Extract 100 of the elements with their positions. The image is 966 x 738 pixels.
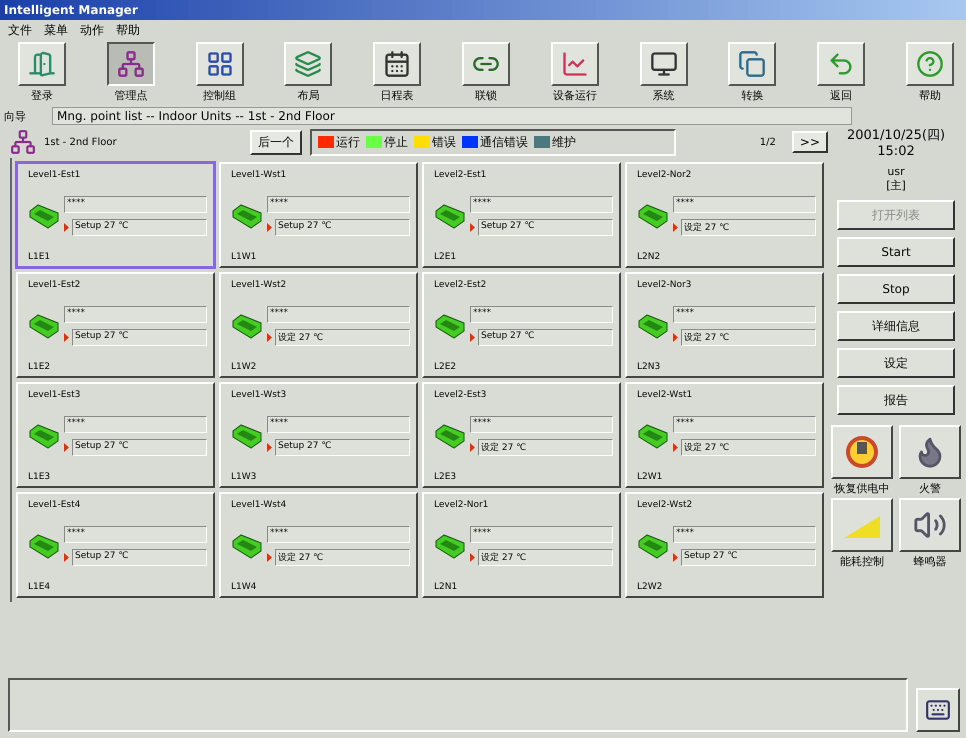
network-icon	[10, 129, 36, 155]
door-icon	[28, 50, 56, 78]
air-conditioner-icon	[434, 203, 466, 229]
breadcrumb-label: 向导	[4, 108, 27, 124]
unit-card[interactable]: Level2-Est3 **** 设定 27 ℃ L2E3	[422, 382, 621, 488]
value-field: ****	[673, 196, 816, 213]
legend-label: 停止	[384, 134, 408, 150]
air-conditioner-icon	[231, 533, 263, 559]
menu-item[interactable]: 动作	[80, 22, 104, 38]
setting-field: Setup 27 ℃	[275, 219, 410, 236]
line-chart-icon	[560, 50, 589, 78]
page-indicator: 1/2	[760, 136, 776, 148]
monitor-icon	[650, 50, 678, 78]
value-field: ****	[267, 306, 410, 323]
unit-card[interactable]: Level1-Wst4 **** 设定 27 ℃ L1W4	[219, 492, 418, 598]
unit-card[interactable]: Level2-Est2 **** Setup 27 ℃ L2E2	[422, 272, 621, 378]
unit-name: Level1-Wst3	[231, 390, 288, 400]
unit-code: L2N1	[434, 582, 458, 592]
unit-code: L2E1	[434, 252, 458, 262]
time-text: 15:02	[877, 144, 915, 159]
value-field: ****	[470, 416, 613, 433]
user-role: [主]	[886, 178, 906, 193]
more-button[interactable]: >>	[792, 131, 828, 153]
unit-card[interactable]: Level1-Est2 **** Setup 27 ℃ L1E2	[16, 272, 215, 378]
setting-field: 设定 27 ℃	[275, 329, 410, 346]
keyboard-button[interactable]	[916, 688, 960, 732]
air-conditioner-icon	[231, 423, 263, 449]
menu-item[interactable]: 帮助	[116, 22, 140, 38]
date-text: 2001/10/25(四)	[846, 127, 946, 144]
unit-code: L1E4	[28, 582, 52, 592]
unit-name: Level2-Nor2	[637, 170, 692, 180]
arrow-icon	[267, 333, 272, 342]
calendar-icon	[383, 50, 412, 78]
value-field: ****	[470, 306, 613, 323]
unit-card[interactable]: Level1-Est3 **** Setup 27 ℃ L1E3	[16, 382, 215, 488]
unit-card[interactable]: Level1-Wst2 **** 设定 27 ℃ L1W2	[219, 272, 418, 378]
setting-field: Setup 27 ℃	[72, 219, 207, 236]
value-field: ****	[267, 526, 410, 543]
air-conditioner-icon	[434, 423, 466, 449]
air-conditioner-icon	[637, 533, 669, 559]
unit-code: L1W2	[231, 362, 258, 372]
air-conditioner-icon	[231, 313, 263, 339]
unit-card[interactable]: Level1-Est4 **** Setup 27 ℃ L1E4	[16, 492, 215, 598]
unit-code: L2W2	[637, 582, 664, 592]
unit-card[interactable]: Level2-Est1 **** Setup 27 ℃ L2E1	[422, 162, 621, 268]
unit-card[interactable]: Level1-Wst3 **** Setup 27 ℃ L1W3	[219, 382, 418, 488]
air-conditioner-icon	[28, 423, 60, 449]
arrow-icon	[470, 223, 475, 232]
setting-field: 设定 27 ℃	[681, 329, 816, 346]
arrow-icon	[673, 223, 678, 232]
value-field: ****	[470, 526, 613, 543]
unit-code: L1W4	[231, 582, 258, 592]
unit-name: Level1-Wst1	[231, 170, 288, 180]
value-field: ****	[64, 196, 207, 213]
value-field: ****	[267, 196, 410, 213]
unit-name: Level2-Est3	[434, 390, 488, 400]
setting-field: Setup 27 ℃	[478, 219, 613, 236]
arrow-icon	[64, 553, 69, 562]
menu-item[interactable]: 菜单	[44, 22, 68, 38]
unit-card[interactable]: Level2-Nor1 **** 设定 27 ℃ L2N1	[422, 492, 621, 598]
arrow-icon	[267, 553, 272, 562]
air-conditioner-icon	[28, 313, 60, 339]
unit-name: Level1-Wst2	[231, 280, 288, 290]
unit-name: Level1-Est2	[28, 280, 82, 290]
network-icon	[116, 50, 145, 78]
air-conditioner-icon	[28, 203, 60, 229]
unit-card[interactable]: Level2-Nor3 **** 设定 27 ℃ L2N3	[625, 272, 824, 378]
floor-name: 1st - 2nd Floor	[44, 136, 118, 148]
unit-name: Level2-Est1	[434, 170, 488, 180]
arrow-icon	[64, 223, 69, 232]
menu-item[interactable]: 文件	[8, 22, 32, 38]
value-field: ****	[64, 306, 207, 323]
value-field: ****	[673, 416, 816, 433]
unit-card[interactable]: Level2-Wst1 **** 设定 27 ℃ L2W1	[625, 382, 824, 488]
help-icon	[916, 50, 944, 78]
side-button[interactable]: 设定	[837, 348, 955, 378]
unit-card[interactable]: Level2-Wst2 **** Setup 27 ℃ L2W2	[625, 492, 824, 598]
side-button[interactable]: Start	[837, 237, 955, 267]
next-button[interactable]: 后一个	[250, 130, 302, 154]
side-button[interactable]: Stop	[837, 274, 955, 304]
value-field: ****	[64, 526, 207, 543]
alarm-icon	[845, 435, 879, 469]
side-button[interactable]: 报告	[837, 385, 955, 415]
unit-code: L1E3	[28, 472, 52, 482]
unit-card[interactable]: Level2-Nor2 **** 设定 27 ℃ L2N2	[625, 162, 824, 268]
unit-name: Level2-Est2	[434, 280, 488, 290]
unit-card[interactable]: Level1-Wst1 **** Setup 27 ℃ L1W1	[219, 162, 418, 268]
setting-field: 设定 27 ℃	[478, 549, 613, 566]
air-conditioner-icon	[231, 203, 263, 229]
side-button[interactable]: 详细信息	[837, 311, 955, 341]
unit-card[interactable]: Level1-Est1 **** Setup 27 ℃ L1E1	[16, 162, 215, 268]
unit-code: L1E2	[28, 362, 52, 372]
unit-name: Level2-Wst1	[637, 390, 694, 400]
value-field: ****	[267, 416, 410, 433]
unit-name: Level1-Wst4	[231, 500, 288, 510]
unit-code: L2N2	[637, 252, 662, 262]
arrow-icon	[267, 443, 272, 452]
copy-icon	[738, 50, 766, 78]
arrow-icon	[673, 333, 678, 342]
legend-label: 维护	[552, 134, 576, 150]
